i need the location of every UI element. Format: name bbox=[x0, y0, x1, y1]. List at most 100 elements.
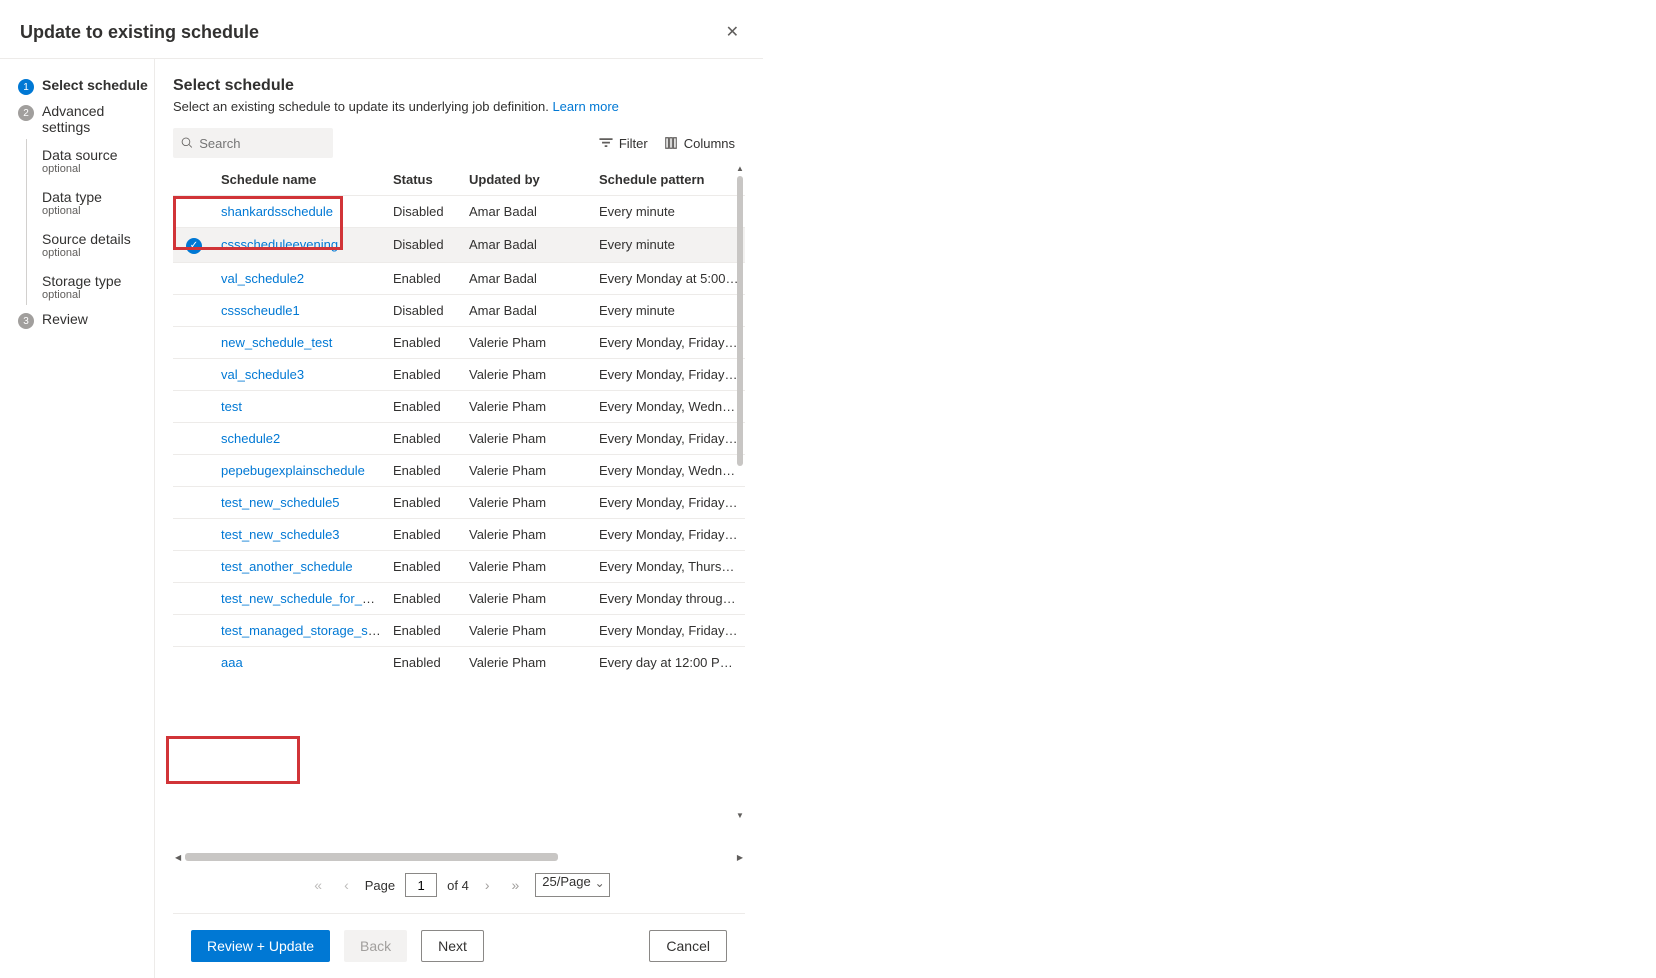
scroll-up-icon[interactable]: ▲ bbox=[735, 164, 745, 174]
status-cell: Enabled bbox=[387, 454, 463, 486]
row-select-cell[interactable] bbox=[173, 454, 215, 486]
step-select-schedule[interactable]: 1 Select schedule bbox=[18, 77, 150, 95]
footer-buttons: Review + Update Back Next Cancel bbox=[173, 913, 745, 978]
row-select-cell[interactable] bbox=[173, 646, 215, 670]
status-cell: Enabled bbox=[387, 646, 463, 670]
schedule-name-link[interactable]: new_schedule_test bbox=[221, 335, 332, 350]
search-icon bbox=[181, 136, 193, 150]
schedule-name-link[interactable]: test_new_schedule5 bbox=[221, 495, 340, 510]
schedule-name-link[interactable]: test_another_schedule bbox=[221, 559, 353, 574]
substep-data-type[interactable]: Data type optional bbox=[42, 185, 150, 227]
pager-next-icon[interactable]: › bbox=[479, 875, 496, 895]
step-review[interactable]: 3 Review bbox=[18, 311, 150, 329]
step-indicator: 2 bbox=[18, 105, 34, 121]
pattern-cell: Every Monday, Friday at 7:00 bbox=[593, 518, 745, 550]
schedule-name-link[interactable]: aaa bbox=[221, 655, 243, 670]
filter-button[interactable]: Filter bbox=[599, 136, 648, 151]
schedule-name-link[interactable]: test bbox=[221, 399, 242, 414]
updated-by-cell: Amar Badal bbox=[463, 262, 593, 294]
table-row[interactable]: test_another_scheduleEnabledValerie Pham… bbox=[173, 550, 745, 582]
pager-last-icon[interactable]: » bbox=[505, 875, 525, 895]
table-row[interactable]: testEnabledValerie PhamEvery Monday, Wed… bbox=[173, 390, 745, 422]
schedule-name-link[interactable]: cssscheduleevening bbox=[221, 237, 338, 252]
row-select-cell[interactable] bbox=[173, 358, 215, 390]
status-cell: Enabled bbox=[387, 582, 463, 614]
row-select-cell[interactable] bbox=[173, 326, 215, 358]
table-row[interactable]: pepebugexplainscheduleEnabledValerie Pha… bbox=[173, 454, 745, 486]
status-cell: Enabled bbox=[387, 518, 463, 550]
schedule-name-link[interactable]: test_new_schedule_for_manage... bbox=[221, 591, 387, 606]
col-schedule-pattern[interactable]: Schedule pattern bbox=[593, 164, 745, 196]
steps-sidebar: 1 Select schedule 2 Advanced settings Da… bbox=[0, 59, 155, 978]
search-input[interactable] bbox=[199, 136, 325, 151]
row-select-cell[interactable] bbox=[173, 294, 215, 326]
scroll-thumb[interactable] bbox=[737, 176, 743, 466]
schedule-name-link[interactable]: pepebugexplainschedule bbox=[221, 463, 365, 478]
schedule-table: Schedule name Status Updated by Schedule… bbox=[173, 164, 745, 913]
schedule-name-link[interactable]: val_schedule3 bbox=[221, 367, 304, 382]
col-schedule-name[interactable]: Schedule name bbox=[215, 164, 387, 196]
schedule-name-link[interactable]: cssscheudle1 bbox=[221, 303, 300, 318]
substep-data-source[interactable]: Data source optional bbox=[42, 143, 150, 185]
close-icon[interactable]: ✕ bbox=[722, 18, 743, 46]
row-select-cell[interactable] bbox=[173, 582, 215, 614]
table-row[interactable]: schedule2EnabledValerie PhamEvery Monday… bbox=[173, 422, 745, 454]
row-select-cell[interactable] bbox=[173, 486, 215, 518]
col-select[interactable] bbox=[173, 164, 215, 196]
updated-by-cell: Amar Badal bbox=[463, 196, 593, 228]
cancel-button[interactable]: Cancel bbox=[649, 930, 727, 962]
col-updated-by[interactable]: Updated by bbox=[463, 164, 593, 196]
table-row[interactable]: aaaEnabledValerie PhamEvery day at 12:00… bbox=[173, 646, 745, 670]
status-cell: Enabled bbox=[387, 486, 463, 518]
back-button[interactable]: Back bbox=[344, 930, 407, 962]
table-row[interactable]: cssscheduleeveningDisabledAmar BadalEver… bbox=[173, 228, 745, 263]
table-row[interactable]: test_new_schedule3EnabledValerie PhamEve… bbox=[173, 518, 745, 550]
col-status[interactable]: Status bbox=[387, 164, 463, 196]
scroll-down-icon[interactable]: ▼ bbox=[735, 811, 745, 821]
updated-by-cell: Valerie Pham bbox=[463, 582, 593, 614]
row-select-cell[interactable] bbox=[173, 196, 215, 228]
scroll-right-icon[interactable]: ▶ bbox=[737, 853, 743, 862]
hscroll-thumb[interactable] bbox=[185, 853, 557, 861]
pattern-cell: Every minute bbox=[593, 228, 745, 263]
status-cell: Enabled bbox=[387, 550, 463, 582]
search-box[interactable] bbox=[173, 128, 333, 158]
substep-storage-type[interactable]: Storage type optional bbox=[42, 269, 150, 311]
row-select-cell[interactable] bbox=[173, 228, 215, 263]
pager-page-input[interactable] bbox=[405, 873, 437, 897]
table-row[interactable]: val_schedule2EnabledAmar BadalEvery Mond… bbox=[173, 262, 745, 294]
schedule-name-link[interactable]: test_managed_storage_schedule bbox=[221, 623, 387, 638]
row-select-cell[interactable] bbox=[173, 262, 215, 294]
table-row[interactable]: shankardsscheduleDisabledAmar BadalEvery… bbox=[173, 196, 745, 228]
schedule-name-link[interactable]: test_new_schedule3 bbox=[221, 527, 340, 542]
scroll-left-icon[interactable]: ◀ bbox=[175, 853, 181, 862]
columns-button[interactable]: Columns bbox=[664, 136, 735, 151]
table-row[interactable]: val_schedule3EnabledValerie PhamEvery Mo… bbox=[173, 358, 745, 390]
review-update-button[interactable]: Review + Update bbox=[191, 930, 330, 962]
pattern-cell: Every day at 12:00 PM (UTC) bbox=[593, 646, 745, 670]
table-row[interactable]: test_new_schedule5EnabledValerie PhamEve… bbox=[173, 486, 745, 518]
row-select-cell[interactable] bbox=[173, 422, 215, 454]
pager-size-select[interactable]: 25/Page bbox=[535, 873, 609, 897]
learn-more-link[interactable]: Learn more bbox=[552, 99, 618, 114]
row-select-cell[interactable] bbox=[173, 390, 215, 422]
row-select-cell[interactable] bbox=[173, 550, 215, 582]
table-row[interactable]: new_schedule_testEnabledValerie PhamEver… bbox=[173, 326, 745, 358]
table-row[interactable]: test_managed_storage_scheduleEnabledVale… bbox=[173, 614, 745, 646]
row-select-cell[interactable] bbox=[173, 518, 215, 550]
vertical-scrollbar[interactable]: ▲ ▼ bbox=[735, 164, 745, 821]
pager-first-icon[interactable]: « bbox=[308, 875, 328, 895]
next-button[interactable]: Next bbox=[421, 930, 484, 962]
table-row[interactable]: cssscheudle1DisabledAmar BadalEvery minu… bbox=[173, 294, 745, 326]
pattern-cell: Every minute bbox=[593, 294, 745, 326]
horizontal-scrollbar[interactable]: ◀ ▶ bbox=[173, 851, 745, 863]
schedule-name-link[interactable]: shankardsschedule bbox=[221, 204, 333, 219]
schedule-name-link[interactable]: schedule2 bbox=[221, 431, 280, 446]
schedule-name-link[interactable]: val_schedule2 bbox=[221, 271, 304, 286]
step-advanced-settings[interactable]: 2 Advanced settings bbox=[18, 103, 150, 135]
substep-source-details[interactable]: Source details optional bbox=[42, 227, 150, 269]
pager-prev-icon[interactable]: ‹ bbox=[338, 875, 355, 895]
row-select-cell[interactable] bbox=[173, 614, 215, 646]
table-row[interactable]: test_new_schedule_for_manage...EnabledVa… bbox=[173, 582, 745, 614]
pattern-cell: Every Monday, Friday at 7:00 bbox=[593, 422, 745, 454]
